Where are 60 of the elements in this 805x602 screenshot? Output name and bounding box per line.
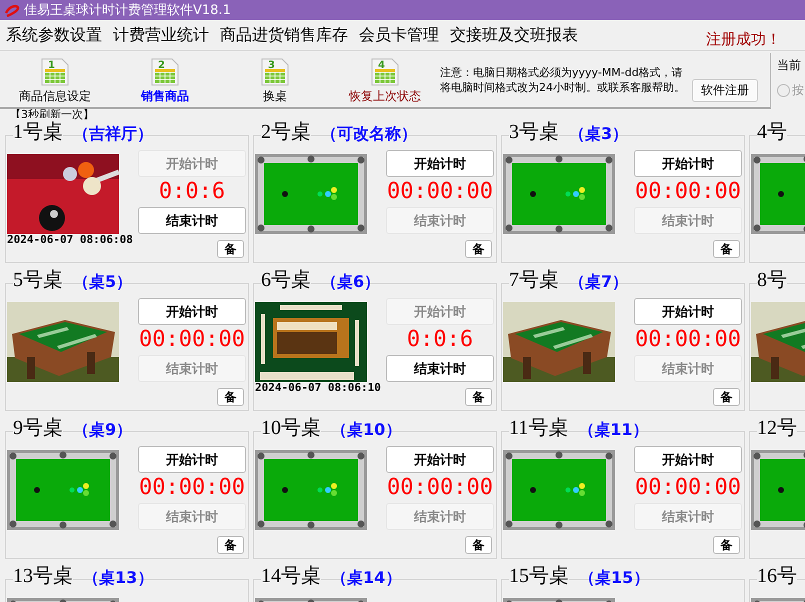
note-button[interactable]: 备 <box>217 388 244 406</box>
menu-item[interactable]: 系统参数设置 <box>6 24 102 46</box>
note-button[interactable]: 备 <box>465 536 492 554</box>
start-timer-button[interactable]: 开始计时 <box>386 150 494 177</box>
table-name: （桌6） <box>321 272 380 293</box>
elapsed-time: 00:00:00 <box>387 179 493 205</box>
toolbar-button[interactable]: 3 换桌 <box>220 53 330 107</box>
menu-item[interactable]: 会员卡管理 <box>359 24 439 46</box>
note-button[interactable]: 备 <box>713 240 740 258</box>
stop-timer-button[interactable]: 结束计时 <box>386 355 494 382</box>
window-title: 佳易王桌球计时计费管理软件V18.1 <box>24 2 231 19</box>
spreadsheet-icon: 2 <box>150 58 180 86</box>
elapsed-time: 0:0:6 <box>158 179 226 205</box>
note-button[interactable]: 备 <box>713 536 740 554</box>
table-name: （可改名称） <box>321 124 417 145</box>
logo-icon <box>4 3 20 17</box>
table-name: （桌14） <box>331 568 402 589</box>
table-name: （桌9） <box>73 420 132 441</box>
note-button[interactable]: 备 <box>217 536 244 554</box>
start-timestamp: 2024-06-07 08:06:08 <box>7 233 133 246</box>
start-timer-button[interactable]: 开始计时 <box>634 446 742 473</box>
start-timer-button[interactable]: 开始计时 <box>634 150 742 177</box>
start-timer-button[interactable]: 开始计时 <box>386 446 494 473</box>
elapsed-time: 00:00:00 <box>635 327 741 353</box>
elapsed-time: 00:00:00 <box>635 475 741 501</box>
table-name: （桌7） <box>569 272 628 293</box>
menu-item[interactable]: 商品进货销售库存 <box>220 24 348 46</box>
table-name: （桌5） <box>73 272 132 293</box>
note-button[interactable]: 备 <box>465 388 492 406</box>
table-name: （桌13） <box>83 568 154 589</box>
start-timestamp: 2024-06-07 08:06:10 <box>255 381 381 394</box>
start-timer-button[interactable]: 开始计时 <box>138 446 246 473</box>
toolbar-button[interactable]: 2 销售商品 <box>110 53 220 107</box>
table-name: （吉祥厅） <box>73 124 153 145</box>
menu-item[interactable]: 交接班及交班报表 <box>450 24 578 46</box>
spreadsheet-icon: 1 <box>40 58 70 86</box>
notice-text: 注意：电脑日期格式必须为yyyy-MM-dd格式，请将电脑时间格式改为24小时制。或联系客服帮助。 <box>440 65 686 95</box>
table-name: （桌11） <box>578 420 649 441</box>
panel-title: 当前 <box>777 57 802 74</box>
spreadsheet-icon: 3 <box>260 58 290 86</box>
register-button[interactable]: 软件注册 <box>692 79 758 102</box>
elapsed-time: 00:00:00 <box>139 327 245 353</box>
note-button[interactable]: 备 <box>713 388 740 406</box>
menu-item[interactable]: 计费营业统计 <box>113 24 209 46</box>
stop-timer-button[interactable]: 结束计时 <box>138 207 246 234</box>
elapsed-time: 00:00:00 <box>635 179 741 205</box>
start-timer-button[interactable]: 开始计时 <box>634 298 742 325</box>
toolbar-button[interactable]: 4 恢复上次状态 <box>330 53 440 107</box>
start-timer-button[interactable]: 开始计时 <box>138 298 246 325</box>
note-button[interactable]: 备 <box>465 240 492 258</box>
elapsed-time: 00:00:00 <box>139 475 245 501</box>
status-message: 注册成功！ <box>706 30 781 48</box>
table-name: （桌3） <box>569 124 628 145</box>
table-name: （桌15） <box>579 568 650 589</box>
toolbar-button[interactable]: 1 商品信息设定 <box>0 53 110 107</box>
note-button[interactable]: 备 <box>217 240 244 258</box>
elapsed-time: 0:0:6 <box>406 327 474 353</box>
table-name: （桌10） <box>331 420 402 441</box>
elapsed-time: 00:00:00 <box>387 475 493 501</box>
spreadsheet-icon: 4 <box>370 58 400 86</box>
